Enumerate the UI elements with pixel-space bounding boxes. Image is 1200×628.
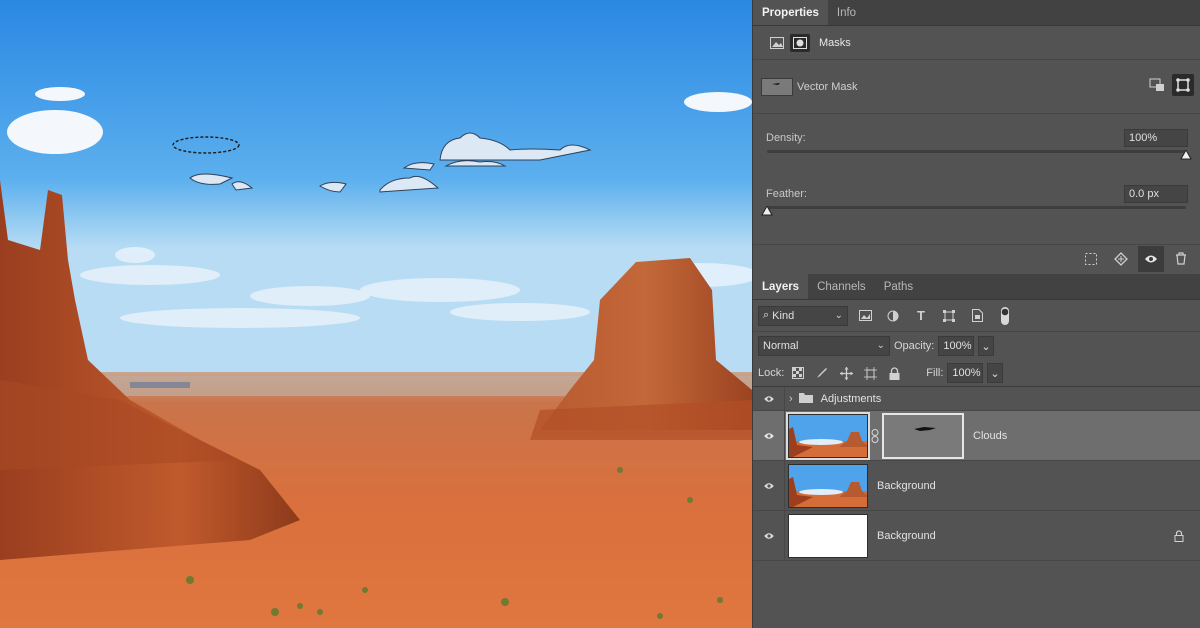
tab-properties[interactable]: Properties [753,0,828,25]
layer-thumbnail[interactable] [788,463,868,508]
layers-panel: Layers Channels Paths ⌕ Kind ⌄ T Normal … [753,274,1200,561]
desert-photo [0,0,752,628]
layers-tabbar: Layers Channels Paths [753,274,1200,300]
blend-row: Normal ⌄ Opacity: 100% ⌄ [753,332,1200,360]
vector-mask-thumbnail[interactable] [882,412,964,459]
lock-icon[interactable] [1174,530,1184,545]
eye-icon[interactable] [753,511,785,560]
filter-smart-object-icon[interactable] [966,305,988,327]
vector-mask-thumbnail [761,77,793,96]
feather-label: Feather: [766,188,807,200]
layer-clouds[interactable]: Clouds [753,411,1200,461]
density-input[interactable]: 100% [1124,129,1188,147]
layer-background-image[interactable]: Background [753,461,1200,511]
layer-thumbnail[interactable] [788,513,868,558]
layer-background-fill[interactable]: Background [753,511,1200,561]
load-selection-icon[interactable] [1078,246,1104,272]
filter-kind-dropdown[interactable]: ⌕ Kind ⌄ [758,305,848,326]
opacity-input[interactable]: 100% [938,336,975,356]
right-panel-dock: Properties Info Masks Vector Mask Densit… [752,0,1200,628]
density-slider[interactable] [767,150,1192,160]
fill-input[interactable]: 100% [947,363,984,383]
apply-mask-footer-icon[interactable] [1108,246,1134,272]
blend-mode-value: Normal [763,340,799,352]
feather-input[interactable]: 0.0 px [1124,185,1188,203]
select-mask-icon[interactable] [1146,74,1168,96]
feather-control: Feather: 0.0 px [753,170,1200,226]
vector-mask-row: Vector Mask [753,60,1200,114]
blend-mode-dropdown[interactable]: Normal ⌄ [758,336,890,356]
chevron-down-icon: ⌄ [990,367,1000,380]
trash-icon[interactable] [1168,246,1194,272]
density-control: Density: 100% [753,114,1200,170]
density-label: Density: [766,132,806,144]
layer-filter-row: ⌕ Kind ⌄ T [753,300,1200,332]
masks-header: Masks [753,26,1200,60]
feather-slider[interactable] [761,206,1186,216]
chevron-down-icon: ⌄ [981,340,991,353]
filter-kind-value: Kind [772,309,795,322]
layer-name: Clouds [973,429,1008,442]
search-icon: ⌕ [763,309,770,321]
filter-shape-icon[interactable] [938,305,960,327]
tab-info[interactable]: Info [828,0,865,25]
layer-thumbnail[interactable] [786,411,870,460]
layer-name: Adjustments [820,392,882,405]
lock-row: Lock: Fill: 100% ⌄ [753,360,1200,387]
vector-mask-icon[interactable] [790,33,810,52]
lock-image-pixels-icon[interactable] [812,363,832,383]
chevron-right-icon[interactable]: › [789,393,793,405]
chevron-down-icon: ⌄ [876,340,885,351]
vector-mask-label: Vector Mask [797,80,858,93]
opacity-label: Opacity: [894,340,935,352]
folder-icon [798,392,813,406]
eye-icon[interactable] [753,387,785,410]
fill-slider-button[interactable]: ⌄ [987,363,1004,383]
properties-tabbar: Properties Info [753,0,1200,26]
fill-label: Fill: [926,367,944,379]
opacity-slider-button[interactable]: ⌄ [978,336,995,356]
link-icon[interactable] [868,428,882,443]
lock-label: Lock: [758,367,785,379]
tab-layers[interactable]: Layers [753,274,809,299]
layer-group-adjustments[interactable]: › Adjustments [753,387,1200,411]
lock-all-icon[interactable] [884,363,904,383]
lock-artboard-icon[interactable] [860,363,880,383]
filter-toggle-icon[interactable] [994,305,1016,327]
chevron-down-icon: ⌄ [834,309,843,321]
pixel-mask-icon[interactable] [767,34,787,52]
apply-mask-icon[interactable] [1172,74,1194,96]
filter-adjustment-icon[interactable] [882,305,904,327]
filter-pixel-icon[interactable] [854,305,876,327]
layer-name: Background [877,529,936,542]
eye-icon[interactable] [1138,245,1164,272]
document-canvas[interactable] [0,0,752,628]
masks-label: Masks [819,36,851,49]
eye-icon[interactable] [753,461,785,510]
eye-icon[interactable] [753,411,785,460]
lock-position-icon[interactable] [836,363,856,383]
filter-type-icon[interactable]: T [910,305,932,327]
properties-footer [753,244,1200,272]
lock-transparent-pixels-icon[interactable] [788,363,808,383]
tab-channels[interactable]: Channels [808,274,875,299]
layer-name: Background [877,479,936,492]
tab-paths[interactable]: Paths [875,274,922,299]
